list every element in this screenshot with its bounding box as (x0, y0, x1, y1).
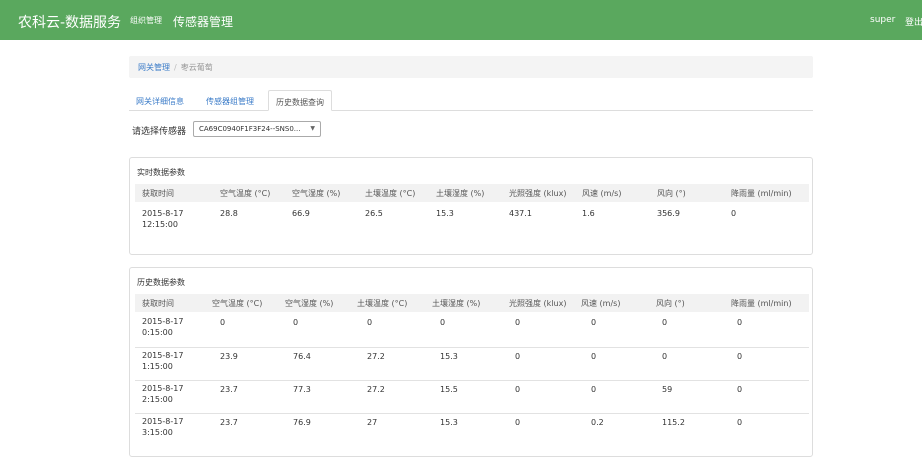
col-header-wind-speed: 风速 (m/s) (582, 189, 622, 198)
sensor-select-value: CA69C0940F1F3F24--SNS0... (199, 125, 301, 133)
breadcrumb-gateway-link[interactable]: 网关管理 (138, 63, 170, 72)
cell-value: 0 (662, 318, 668, 327)
cell-value: 0 (662, 352, 668, 361)
col-header-wind-direction: 风向 (°) (656, 299, 685, 308)
cell-value: 77.3 (293, 385, 311, 394)
cell-value: 76.4 (293, 352, 311, 361)
cell-value: 27.2 (367, 385, 385, 394)
cell-time: 2015-8-17 2:15:00 (142, 384, 184, 404)
cell-value: 356.9 (657, 209, 680, 218)
top-navbar: 农科云-数据服务 组织管理 传感器管理 super 登出 (0, 0, 922, 40)
col-header-time: 获取时间 (142, 299, 174, 308)
cell-time: 2015-8-17 12:15:00 (142, 209, 184, 229)
brand-title[interactable]: 农科云-数据服务 (18, 12, 121, 32)
col-header-soil-humidity: 土壤湿度 (%) (432, 299, 481, 308)
cell-time: 2015-8-17 0:15:00 (142, 317, 184, 337)
nav-org-management[interactable]: 组织管理 (130, 15, 162, 26)
table-row: 2015-8-17 2:15:00 23.7 77.3 27.2 15.5 0 0… (135, 383, 809, 411)
cell-value: 437.1 (509, 209, 532, 218)
row-divider (135, 347, 809, 348)
cell-value: 0.2 (591, 418, 604, 427)
cell-value: 15.3 (436, 209, 454, 218)
cell-value: 0 (515, 318, 521, 327)
cell-value: 1.6 (582, 209, 595, 218)
chevron-down-icon: ▼ (310, 125, 315, 132)
nav-sensor-management[interactable]: 传感器管理 (173, 13, 233, 30)
breadcrumb-current: 枣云葡萄 (180, 63, 213, 72)
cell-value: 0 (737, 318, 743, 327)
row-divider (135, 380, 809, 381)
col-header-wind-direction: 风向 (°) (657, 189, 686, 198)
cell-value: 28.8 (220, 209, 238, 218)
breadcrumb-separator: / (174, 63, 177, 72)
col-header-air-humidity: 空气湿度 (%) (285, 299, 334, 308)
col-header-soil-temp: 土壤温度 (°C) (357, 299, 408, 308)
user-name[interactable]: super (870, 15, 895, 25)
table-row: 2015-8-17 3:15:00 23.7 76.9 27 15.3 0 0.2… (135, 416, 809, 444)
cell-value: 115.2 (662, 418, 685, 427)
col-header-air-humidity: 空气湿度 (%) (292, 189, 341, 198)
col-header-soil-temp: 土壤温度 (°C) (365, 189, 416, 198)
cell-value: 0 (220, 318, 226, 327)
cell-value: 59 (662, 385, 673, 394)
table-row: 2015-8-17 12:15:00 28.8 66.9 26.5 15.3 43… (135, 208, 809, 236)
tab-bar: 网关详细信息 传感器组管理 历史数据查询 (129, 90, 813, 111)
table-row: 2015-8-17 1:15:00 23.9 76.4 27.2 15.3 0 0… (135, 350, 809, 378)
realtime-panel: 实时数据参数 获取时间 空气温度 (°C) 空气湿度 (%) 土壤温度 (°C)… (129, 157, 813, 255)
cell-value: 0 (737, 385, 743, 394)
tab-sensor-group[interactable]: 传感器组管理 (199, 90, 261, 111)
cell-value: 0 (591, 352, 597, 361)
col-header-time: 获取时间 (142, 189, 174, 198)
cell-value: 23.7 (220, 385, 238, 394)
cell-value: 0 (515, 385, 521, 394)
cell-value: 0 (737, 352, 743, 361)
cell-value: 0 (591, 318, 597, 327)
history-panel-title: 历史数据参数 (137, 278, 185, 287)
tab-gateway-details[interactable]: 网关详细信息 (129, 90, 191, 111)
realtime-panel-title: 实时数据参数 (137, 168, 185, 177)
sensor-select[interactable]: CA69C0940F1F3F24--SNS0... ▼ (193, 121, 321, 137)
col-header-rainfall: 降雨量 (ml/min) (731, 299, 792, 308)
cell-value: 0 (737, 418, 743, 427)
cell-value: 15.3 (440, 352, 458, 361)
cell-time: 2015-8-17 1:15:00 (142, 351, 184, 371)
col-header-air-temp: 空气温度 (°C) (212, 299, 263, 308)
cell-value: 0 (591, 385, 597, 394)
cell-value: 0 (731, 209, 737, 218)
tab-history-query[interactable]: 历史数据查询 (268, 90, 332, 111)
cell-value: 0 (293, 318, 299, 327)
cell-value: 0 (367, 318, 373, 327)
cell-value: 26.5 (365, 209, 383, 218)
col-header-wind-speed: 风速 (m/s) (581, 299, 621, 308)
cell-value: 23.9 (220, 352, 238, 361)
realtime-header-row: 获取时间 空气温度 (°C) 空气湿度 (%) 土壤温度 (°C) 土壤湿度 (… (135, 184, 809, 202)
col-header-air-temp: 空气温度 (°C) (220, 189, 271, 198)
row-divider (135, 413, 809, 414)
cell-value: 0 (515, 418, 521, 427)
cell-value: 27.2 (367, 352, 385, 361)
cell-value: 0 (440, 318, 446, 327)
sensor-select-label: 请选择传感器 (132, 127, 187, 137)
cell-value: 27 (367, 418, 378, 427)
cell-value: 76.9 (293, 418, 311, 427)
cell-value: 0 (515, 352, 521, 361)
col-header-light: 光照强度 (klux) (509, 299, 567, 308)
cell-value: 23.7 (220, 418, 238, 427)
table-row: 2015-8-17 0:15:00 0 0 0 0 0 0 0 0 (135, 316, 809, 344)
col-header-soil-humidity: 土壤湿度 (%) (436, 189, 485, 198)
cell-time: 2015-8-17 3:15:00 (142, 417, 184, 437)
history-panel: 历史数据参数 获取时间 空气温度 (°C) 空气湿度 (%) 土壤温度 (°C)… (129, 267, 813, 457)
col-header-light: 光照强度 (klux) (509, 189, 567, 198)
cell-value: 66.9 (292, 209, 310, 218)
cell-value: 15.3 (440, 418, 458, 427)
cell-value: 15.5 (440, 385, 458, 394)
logout-link[interactable]: 登出 (905, 15, 922, 28)
history-header-row: 获取时间 空气温度 (°C) 空气湿度 (%) 土壤温度 (°C) 土壤湿度 (… (135, 294, 809, 312)
col-header-rainfall: 降雨量 (ml/min) (731, 189, 792, 198)
breadcrumb: 网关管理 / 枣云葡萄 (129, 56, 813, 78)
